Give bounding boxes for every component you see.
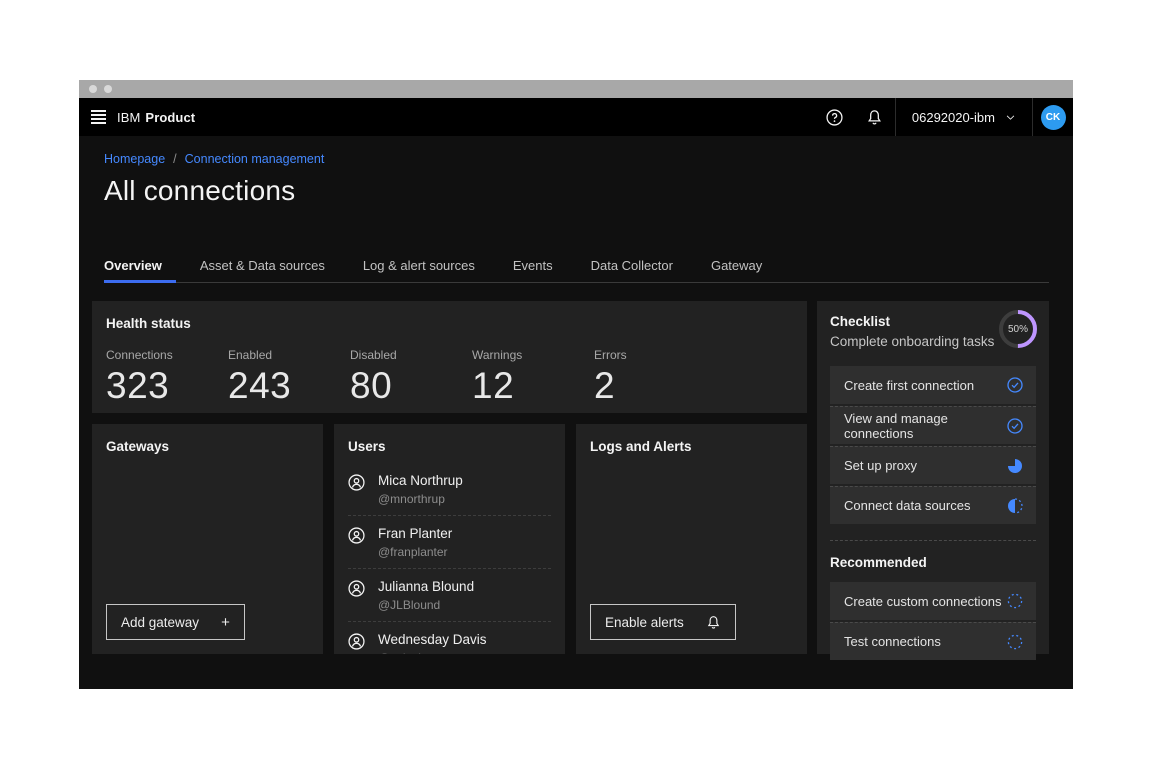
- user-avatar-icon: [348, 580, 365, 597]
- bell-icon: [866, 109, 883, 126]
- window-titlebar: [79, 80, 1073, 98]
- health-status-tile: Health status Connections 323 Enabled 24…: [92, 301, 807, 413]
- user-avatar-icon: [348, 633, 365, 650]
- task-create-first-connection[interactable]: Create first connection: [830, 366, 1036, 404]
- page-title: All connections: [104, 175, 1049, 207]
- user-handle: @franplanter: [378, 545, 452, 559]
- stat-connections: Connections 323: [106, 348, 228, 407]
- account-switcher[interactable]: 06292020-ibm: [895, 98, 1033, 136]
- task-create-custom-connections[interactable]: Create custom connections: [830, 582, 1036, 620]
- tab-overview[interactable]: Overview: [104, 258, 176, 282]
- list-item[interactable]: Mica Northrup @mnorthrup: [348, 463, 551, 516]
- users-title: Users: [348, 439, 551, 454]
- app-header: IBM Product 06292020-ibm: [79, 98, 1073, 136]
- task-status-not-started-icon: [1007, 634, 1023, 650]
- hamburger-icon: [91, 110, 106, 124]
- task-test-connections[interactable]: Test connections: [830, 622, 1036, 660]
- list-item[interactable]: Julianna Blound @JLBlound: [348, 569, 551, 622]
- brand: IBM Product: [117, 98, 195, 136]
- tab-log-alert-sources[interactable]: Log & alert sources: [363, 258, 489, 282]
- breadcrumb: Homepage / Connection management: [104, 152, 1049, 166]
- task-view-manage-connections[interactable]: View and manage connections: [830, 406, 1036, 444]
- checklist-tasks: Create first connection View and manage …: [830, 366, 1036, 524]
- list-item[interactable]: Fran Planter @franplanter: [348, 516, 551, 569]
- logs-alerts-tile: Logs and Alerts Enable alerts: [576, 424, 807, 654]
- help-button[interactable]: [815, 98, 855, 136]
- task-status-complete-icon: [1007, 377, 1023, 393]
- tab-asset-data-sources[interactable]: Asset & Data sources: [200, 258, 339, 282]
- user-name: Wednesday Davis: [378, 632, 487, 647]
- window-dot-icon[interactable]: [104, 85, 112, 93]
- stat-enabled: Enabled 243: [228, 348, 350, 407]
- logs-alerts-title: Logs and Alerts: [590, 439, 793, 454]
- chevron-down-icon: [1005, 112, 1016, 123]
- user-list: Mica Northrup @mnorthrup: [348, 463, 551, 654]
- stat-errors: Errors 2: [594, 348, 716, 407]
- breadcrumb-link-homepage[interactable]: Homepage: [104, 152, 165, 166]
- users-tile: Users Mica Northrup @mnorth: [334, 424, 565, 654]
- task-status-complete-icon: [1007, 418, 1023, 434]
- add-gateway-button[interactable]: Add gateway +: [106, 604, 245, 640]
- help-icon: [826, 109, 843, 126]
- tab-events[interactable]: Events: [513, 258, 567, 282]
- progress-percent-label: 50%: [998, 309, 1038, 349]
- stat-disabled: Disabled 80: [350, 348, 472, 407]
- account-name: 06292020-ibm: [912, 110, 995, 125]
- breadcrumb-separator: /: [173, 152, 176, 166]
- plus-icon: +: [221, 614, 230, 631]
- task-status-not-started-icon: [1007, 593, 1023, 609]
- recommended-tasks: Create custom connections Test connectio…: [830, 582, 1036, 660]
- user-name: Mica Northrup: [378, 473, 463, 488]
- user-handle: @wdavis: [378, 651, 487, 654]
- page-content: Homepage / Connection management All con…: [79, 152, 1073, 654]
- avatar[interactable]: CK: [1041, 105, 1066, 130]
- avatar-container: CK: [1033, 98, 1073, 136]
- app-window: IBM Product 06292020-ibm: [79, 80, 1073, 689]
- breadcrumb-link-connection-management[interactable]: Connection management: [185, 152, 325, 166]
- tab-data-collector[interactable]: Data Collector: [591, 258, 687, 282]
- user-handle: @mnorthrup: [378, 492, 463, 506]
- brand-prefix: IBM: [117, 110, 140, 125]
- health-stats: Connections 323 Enabled 243 Disabled 80: [106, 348, 793, 407]
- user-handle: @JLBlound: [378, 598, 474, 612]
- checklist-panel: Checklist Complete onboarding tasks 50% …: [817, 301, 1049, 654]
- bell-icon: [706, 615, 721, 630]
- task-set-up-proxy[interactable]: Set up proxy: [830, 446, 1036, 484]
- list-item[interactable]: Wednesday Davis @wdavis: [348, 622, 551, 654]
- user-name: Julianna Blound: [378, 579, 474, 594]
- tab-bar: Overview Asset & Data sources Log & aler…: [104, 258, 1049, 283]
- user-name: Fran Planter: [378, 526, 452, 541]
- user-avatar-icon: [348, 474, 365, 491]
- window-dot-icon[interactable]: [89, 85, 97, 93]
- gateways-title: Gateways: [106, 439, 309, 454]
- header-actions: 06292020-ibm CK: [815, 98, 1073, 136]
- user-avatar-icon: [348, 527, 365, 544]
- task-status-in-progress-icon: [1007, 458, 1023, 474]
- gateways-tile: Gateways Add gateway +: [92, 424, 323, 654]
- health-status-title: Health status: [106, 316, 793, 331]
- task-status-half-complete-icon: [1007, 498, 1023, 514]
- stat-warnings: Warnings 12: [472, 348, 594, 407]
- task-connect-data-sources[interactable]: Connect data sources: [830, 486, 1036, 524]
- menu-button[interactable]: [79, 98, 117, 136]
- brand-product-name: Product: [145, 110, 195, 125]
- enable-alerts-button[interactable]: Enable alerts: [590, 604, 736, 640]
- notifications-button[interactable]: [855, 98, 895, 136]
- progress-ring: 50%: [998, 309, 1038, 349]
- recommended-heading: Recommended: [830, 540, 1036, 570]
- tab-gateway[interactable]: Gateway: [711, 258, 776, 282]
